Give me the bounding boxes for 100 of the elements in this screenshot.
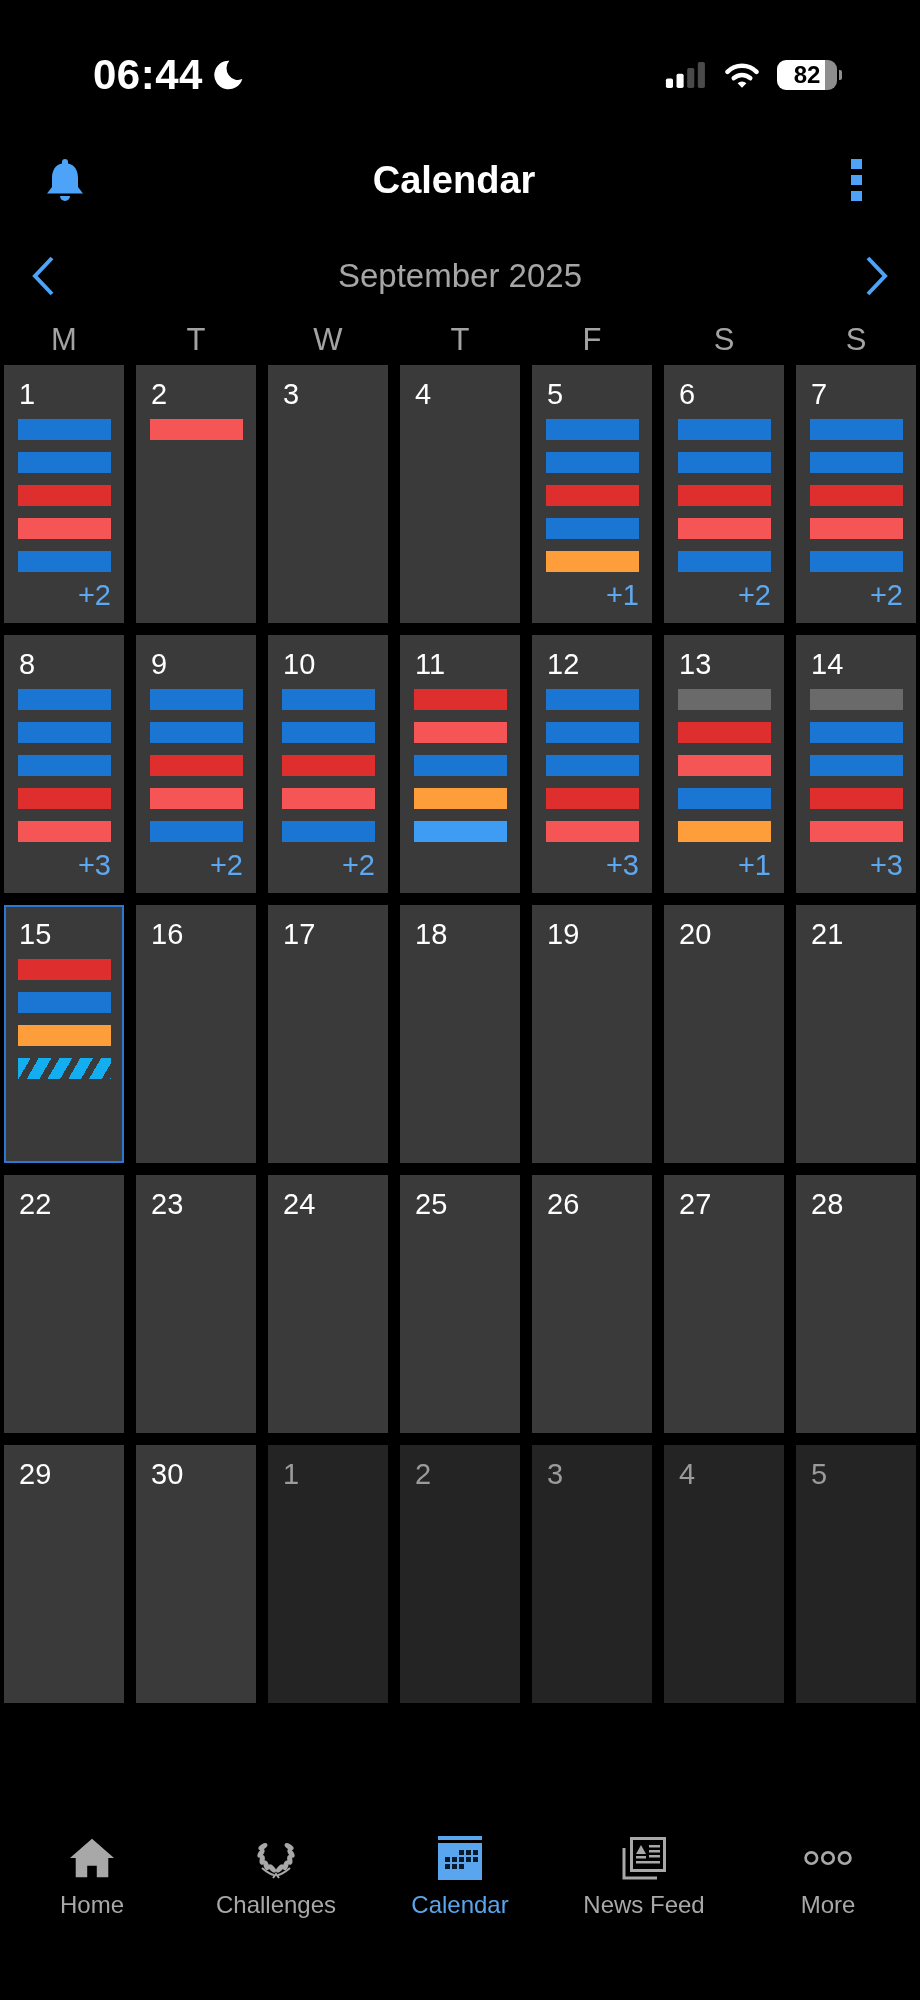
day-number: 27 xyxy=(679,1187,712,1221)
day-number: 8 xyxy=(19,647,36,681)
ellipsis-icon xyxy=(803,1849,853,1867)
tab-item[interactable]: Calendar xyxy=(368,1836,552,1920)
day-cell[interactable]: 1 +2 xyxy=(4,365,124,623)
day-number: 25 xyxy=(415,1187,448,1221)
day-cell[interactable]: 29 xyxy=(4,1445,124,1703)
weekday-label: S xyxy=(713,322,735,358)
day-cell[interactable]: 17 xyxy=(268,905,388,1163)
weekday-label: M xyxy=(51,322,77,358)
day-number: 3 xyxy=(283,377,300,411)
screen-title: Calendar xyxy=(372,158,536,202)
day-number: 26 xyxy=(547,1187,580,1221)
tab-item[interactable]: News Feed xyxy=(552,1836,736,1920)
day-cell[interactable]: 26 xyxy=(532,1175,652,1433)
day-cell[interactable]: 14 +3 xyxy=(796,635,916,893)
day-number: 9 xyxy=(151,647,168,681)
day-number: 6 xyxy=(679,377,696,411)
day-cell[interactable]: 23 xyxy=(136,1175,256,1433)
day-number: 1 xyxy=(19,377,36,411)
day-number: 17 xyxy=(283,917,316,951)
day-number: 18 xyxy=(415,917,448,951)
chevron-left-icon[interactable] xyxy=(30,255,56,297)
day-cell[interactable]: 3 xyxy=(268,365,388,623)
day-number: 2 xyxy=(151,377,168,411)
newspaper-icon xyxy=(621,1836,667,1880)
bell-icon[interactable] xyxy=(46,158,84,202)
day-number: 4 xyxy=(679,1457,696,1491)
day-cell[interactable]: 22 xyxy=(4,1175,124,1433)
day-number: 11 xyxy=(415,647,446,681)
weekday-label: W xyxy=(313,322,343,358)
day-cell[interactable]: 12 +3 xyxy=(532,635,652,893)
day-number: 16 xyxy=(151,917,184,951)
kebab-menu-icon[interactable] xyxy=(851,159,862,201)
day-cell[interactable]: 7 +2 xyxy=(796,365,916,623)
day-cell[interactable]: 19 xyxy=(532,905,652,1163)
more-events-count: +2 xyxy=(209,848,243,882)
more-events-count: +2 xyxy=(341,848,375,882)
day-cell[interactable]: 18 xyxy=(400,905,520,1163)
day-cell[interactable]: 28 xyxy=(796,1175,916,1433)
more-events-count: +3 xyxy=(605,848,639,882)
day-number: 23 xyxy=(151,1187,184,1221)
day-cell[interactable]: 4 xyxy=(664,1445,784,1703)
tab-item[interactable]: More xyxy=(736,1836,920,1920)
day-cell[interactable]: 3 xyxy=(532,1445,652,1703)
tab-item[interactable]: Challenges xyxy=(184,1836,368,1920)
day-number: 24 xyxy=(283,1187,316,1221)
day-cell[interactable]: 4 xyxy=(400,365,520,623)
weekday-label: S xyxy=(845,322,867,358)
day-number: 20 xyxy=(679,917,712,951)
weekday-label: F xyxy=(582,322,602,358)
day-number: 5 xyxy=(811,1457,828,1491)
battery-percent: 82 xyxy=(793,62,821,88)
more-events-count: +1 xyxy=(737,848,771,882)
chevron-right-icon[interactable] xyxy=(864,255,890,297)
day-cell[interactable]: 5 +1 xyxy=(532,365,652,623)
day-number: 22 xyxy=(19,1187,52,1221)
tab-item[interactable]: Home xyxy=(0,1836,184,1920)
day-cell[interactable]: 8 +3 xyxy=(4,635,124,893)
day-cell[interactable]: 11 xyxy=(400,635,520,893)
day-number: 15 xyxy=(19,917,52,951)
more-events-count: +1 xyxy=(605,578,639,612)
day-cell[interactable]: 21 xyxy=(796,905,916,1163)
day-number: 21 xyxy=(811,917,844,951)
day-number: 7 xyxy=(811,377,828,411)
day-cell[interactable]: 30 xyxy=(136,1445,256,1703)
more-events-count: +2 xyxy=(77,578,111,612)
weekday-label: T xyxy=(450,322,470,358)
day-number: 29 xyxy=(19,1457,52,1491)
day-cell[interactable]: 1 xyxy=(268,1445,388,1703)
moon-icon xyxy=(212,60,243,90)
day-number: 28 xyxy=(811,1187,844,1221)
calendar-icon xyxy=(437,1836,483,1880)
more-events-count: +3 xyxy=(77,848,111,882)
more-events-count: +2 xyxy=(869,578,903,612)
day-cell[interactable]: 15 xyxy=(4,905,124,1163)
status-time: 06:44 xyxy=(93,51,203,99)
day-cell[interactable]: 10 +2 xyxy=(268,635,388,893)
day-cell[interactable]: 25 xyxy=(400,1175,520,1433)
day-cell[interactable]: 5 xyxy=(796,1445,916,1703)
day-number: 30 xyxy=(151,1457,184,1491)
day-cell[interactable]: 6 +2 xyxy=(664,365,784,623)
day-cell[interactable]: 2 xyxy=(400,1445,520,1703)
wifi-icon xyxy=(723,61,761,89)
day-cell[interactable]: 24 xyxy=(268,1175,388,1433)
day-cell[interactable]: 2 xyxy=(136,365,256,623)
month-label: September 2025 xyxy=(338,257,582,295)
day-number: 2 xyxy=(415,1457,432,1491)
home-icon xyxy=(69,1836,115,1880)
day-cell[interactable]: 20 xyxy=(664,905,784,1163)
day-number: 14 xyxy=(811,647,844,681)
day-number: 5 xyxy=(547,377,564,411)
day-cell[interactable]: 27 xyxy=(664,1175,784,1433)
day-cell[interactable]: 16 xyxy=(136,905,256,1163)
day-cell[interactable]: 13 +1 xyxy=(664,635,784,893)
day-cell[interactable]: 9 +2 xyxy=(136,635,256,893)
day-number: 10 xyxy=(283,647,316,681)
day-number: 3 xyxy=(547,1457,564,1491)
day-number: 13 xyxy=(679,647,712,681)
more-events-count: +3 xyxy=(869,848,903,882)
